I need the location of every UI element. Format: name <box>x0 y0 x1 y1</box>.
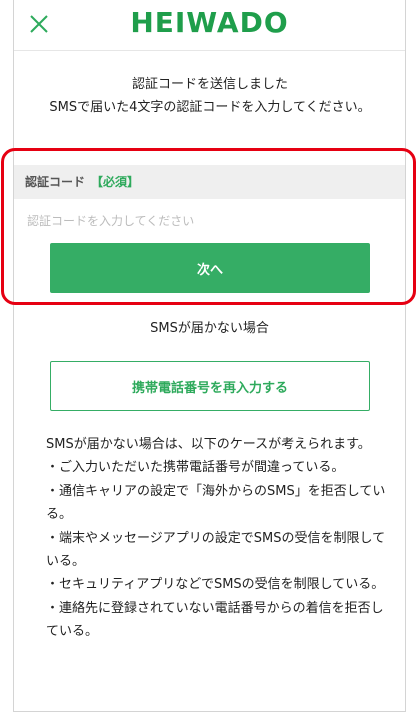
notes-intro: SMSが届かない場合は、以下のケースが考えられます。 <box>46 437 371 452</box>
notes-case: ・セキュリティアプリなどでSMSの受信を制限している。 <box>46 577 385 593</box>
sms-help-notes: SMSが届かない場合は、以下のケースが考えられます。 ・ご入力いただいた携帯電話… <box>46 433 386 644</box>
notes-case: ・端末やメッセージアプリの設定でSMSの受信を制限している。 <box>46 530 386 570</box>
code-field-label: 認証コード 【必須】 <box>14 165 405 199</box>
intro-line-2: SMSで届いた4文字の認証コードを入力してください。 <box>49 100 371 115</box>
notes-case: ・通信キャリアの設定で「海外からのSMS」を拒否している。 <box>46 483 386 523</box>
required-badge: 【必須】 <box>91 175 140 189</box>
heiwado-logo: HEIWADO <box>130 6 289 39</box>
notes-case: ・連絡先に登録されていない電話番号からの着信を拒否している。 <box>46 600 384 640</box>
header: HEIWADO <box>14 0 405 51</box>
intro-message: 認証コードを送信しました SMSで届いた4文字の認証コードを入力してください。 <box>30 73 390 119</box>
sms-help-title: SMSが届かない場合 <box>150 321 269 336</box>
next-button[interactable]: 次へ <box>50 243 370 293</box>
verification-code-input[interactable] <box>14 203 405 239</box>
reenter-phone-button[interactable]: 携帯電話番号を再入力する <box>50 361 370 411</box>
code-label: 認証コード <box>25 175 86 189</box>
intro-line-1: 認証コードを送信しました <box>131 77 288 92</box>
notes-case: ・ご入力いただいた携帯電話番号が間違っている。 <box>46 460 345 476</box>
